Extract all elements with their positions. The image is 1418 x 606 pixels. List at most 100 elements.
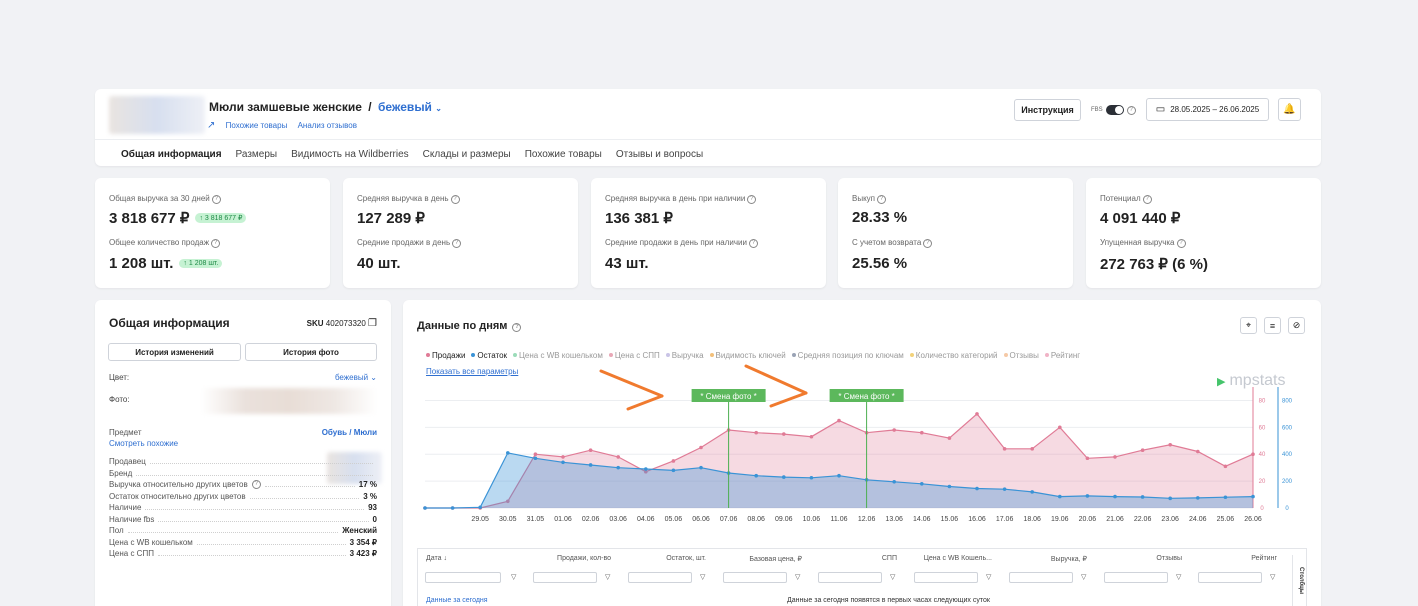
help-icon[interactable]: ? — [211, 195, 221, 204]
help-icon[interactable]: ? — [452, 239, 462, 248]
help-icon[interactable]: ? — [211, 239, 221, 248]
legend-item[interactable]: Цена с WB кошельком — [513, 351, 603, 360]
color-value-dropdown[interactable]: бежевый ⌄ — [335, 373, 377, 382]
table-column-header[interactable]: Дата ↓ — [426, 555, 447, 562]
legend-dot-icon — [608, 353, 613, 357]
history-photo-button[interactable]: История фото — [245, 343, 377, 361]
stat-card: Выкуп? 28.33 % С учетом возврата? 25.56 % — [838, 178, 1073, 288]
column-filter-input[interactable] — [1104, 572, 1168, 583]
dotted-leader — [145, 509, 365, 510]
help-icon[interactable]: ? — [1176, 239, 1186, 248]
color-variant-dropdown[interactable]: бежевый ⌄ — [378, 100, 442, 114]
info-row-label: Остаток относительно других цветов — [109, 491, 246, 501]
product-title: Мюли замшевые женские / бежевый ⌄ — [209, 100, 442, 114]
stat-label-text: С учетом возврата — [852, 238, 922, 247]
help-icon[interactable]: ? — [923, 239, 933, 248]
column-filter-input[interactable] — [723, 572, 787, 583]
notification-bell-button[interactable]: 🔔 — [1278, 98, 1301, 121]
filter-funnel-icon[interactable]: ▽ — [605, 573, 610, 581]
legend-item[interactable]: Остаток — [471, 351, 507, 360]
table-column-header[interactable]: Продажи, кол-во — [521, 555, 611, 562]
info-row-label: Цена с WB кошельком — [109, 537, 193, 547]
legend-item[interactable]: Средняя позиция по ключам — [791, 351, 904, 360]
table-column-header[interactable]: Выручка, ₽ — [998, 555, 1087, 563]
help-icon[interactable]: ? — [512, 323, 522, 332]
product-thumbnail[interactable] — [109, 96, 205, 134]
filter-funnel-icon[interactable]: ▽ — [1270, 573, 1275, 581]
filter-funnel-icon[interactable]: ▽ — [511, 573, 516, 581]
similar-products-link[interactable]: Похожие товары — [226, 121, 288, 130]
date-range-picker[interactable]: ▭ 28.05.2025 – 26.06.2025 — [1146, 98, 1269, 121]
legend-item[interactable]: Рейтинг — [1044, 351, 1080, 360]
tab-warehouses[interactable]: Склады и размеры — [423, 149, 511, 160]
tab-similar[interactable]: Похожие товары — [525, 149, 602, 160]
subject-value: Обувь / Мюли — [321, 428, 377, 437]
growth-badge: ↑ 1 208 шт. — [179, 259, 223, 268]
tab-reviews[interactable]: Отзывы и вопросы — [616, 149, 703, 160]
table-column-header[interactable]: Остаток, шт. — [617, 555, 706, 562]
table-column-header[interactable]: Цена с WB Кошель... — [903, 555, 992, 562]
help-icon[interactable]: ? — [1142, 195, 1152, 204]
column-filter-input[interactable] — [1198, 572, 1262, 583]
help-icon[interactable]: ? — [877, 195, 887, 204]
legend-item[interactable]: Цена с СПП — [608, 351, 660, 360]
info-title: Общая информация — [109, 316, 230, 330]
filter-funnel-icon[interactable]: ▽ — [1081, 573, 1086, 581]
legend-label: Выручка — [671, 351, 704, 360]
pin-icon: ⌖ — [1245, 320, 1252, 330]
column-filter-input[interactable] — [818, 572, 882, 583]
help-icon[interactable]: ? — [748, 239, 758, 248]
history-changes-button[interactable]: История изменений — [108, 343, 241, 361]
column-filter-input[interactable] — [914, 572, 978, 583]
legend-item[interactable]: Видимость ключей — [709, 351, 786, 360]
reviews-analysis-link[interactable]: Анализ отзывов — [298, 121, 357, 130]
photo-thumbnails[interactable] — [201, 388, 377, 414]
chart-legend: Продажи Остаток Цена с WB кошельком Цена с … — [426, 351, 1086, 360]
table-column-header[interactable]: Рейтинг — [1188, 555, 1277, 562]
filter-funnel-icon[interactable]: ▽ — [700, 573, 705, 581]
columns-toggle[interactable]: Столбцы — [1292, 555, 1304, 606]
help-icon[interactable]: ? — [747, 195, 757, 204]
filter-funnel-icon[interactable]: ▽ — [1176, 573, 1181, 581]
legend-item[interactable]: Продажи — [426, 351, 465, 360]
info-row-value: 3 423 ₽ — [349, 549, 377, 558]
growth-badge: ↑ 3 818 677 ₽ — [195, 213, 247, 223]
table-column-header[interactable]: СПП — [808, 555, 897, 562]
legend-item[interactable]: Выручка — [665, 351, 704, 360]
copy-icon[interactable]: ❐ — [368, 318, 377, 329]
stat-label: Средняя выручка в день? — [357, 194, 460, 204]
stat-label: Средние продажи в день при наличии? — [605, 238, 758, 248]
help-icon[interactable]: ? — [450, 195, 460, 204]
external-link-icon[interactable]: ↗ — [207, 120, 215, 131]
filter-funnel-icon[interactable]: ▽ — [795, 573, 800, 581]
help-icon[interactable]: ? — [251, 480, 261, 489]
stat-value-text: 3 818 677 ₽ — [109, 210, 190, 227]
hide-button[interactable]: ⊘ — [1288, 317, 1305, 334]
see-similar-link[interactable]: Смотреть похожие — [109, 439, 178, 448]
table-column-header[interactable]: Отзывы — [1093, 555, 1182, 562]
column-filter-input[interactable] — [628, 572, 692, 583]
stat-label-text: Потенциал — [1100, 194, 1141, 203]
tab-visibility[interactable]: Видимость на Wildberries — [291, 149, 409, 160]
general-info-card: Общая информация SKU 402073320 ❐ История… — [95, 300, 391, 606]
help-icon[interactable]: ? — [1126, 105, 1136, 115]
pin-button[interactable]: ⌖ — [1240, 317, 1257, 334]
column-filter-input[interactable] — [1009, 572, 1073, 583]
tab-general-info[interactable]: Общая информация — [121, 149, 222, 160]
fbs-toggle[interactable] — [1105, 105, 1124, 115]
play-icon: ▶ — [1217, 375, 1226, 388]
date-filter-input[interactable] — [425, 572, 501, 583]
tab-sizes[interactable]: Размеры — [236, 149, 278, 160]
legend-item[interactable]: Отзывы — [1003, 351, 1039, 360]
stat-label: Средние продажи в день? — [357, 238, 462, 248]
table-column-header[interactable]: Базовая цена, ₽ — [712, 555, 802, 563]
filter-funnel-icon[interactable]: ▽ — [986, 573, 991, 581]
legend-label: Средняя позиция по ключам — [797, 351, 904, 360]
list-view-button[interactable]: ≡ — [1264, 317, 1281, 334]
today-data-link[interactable]: Данные за сегодня — [426, 597, 488, 604]
filter-funnel-icon[interactable]: ▽ — [890, 573, 895, 581]
instruction-button[interactable]: Инструкция — [1014, 99, 1081, 121]
legend-item[interactable]: Количество категорий — [909, 351, 998, 360]
column-filter-input[interactable] — [533, 572, 597, 583]
show-all-params-link[interactable]: Показать все параметры — [426, 367, 518, 376]
